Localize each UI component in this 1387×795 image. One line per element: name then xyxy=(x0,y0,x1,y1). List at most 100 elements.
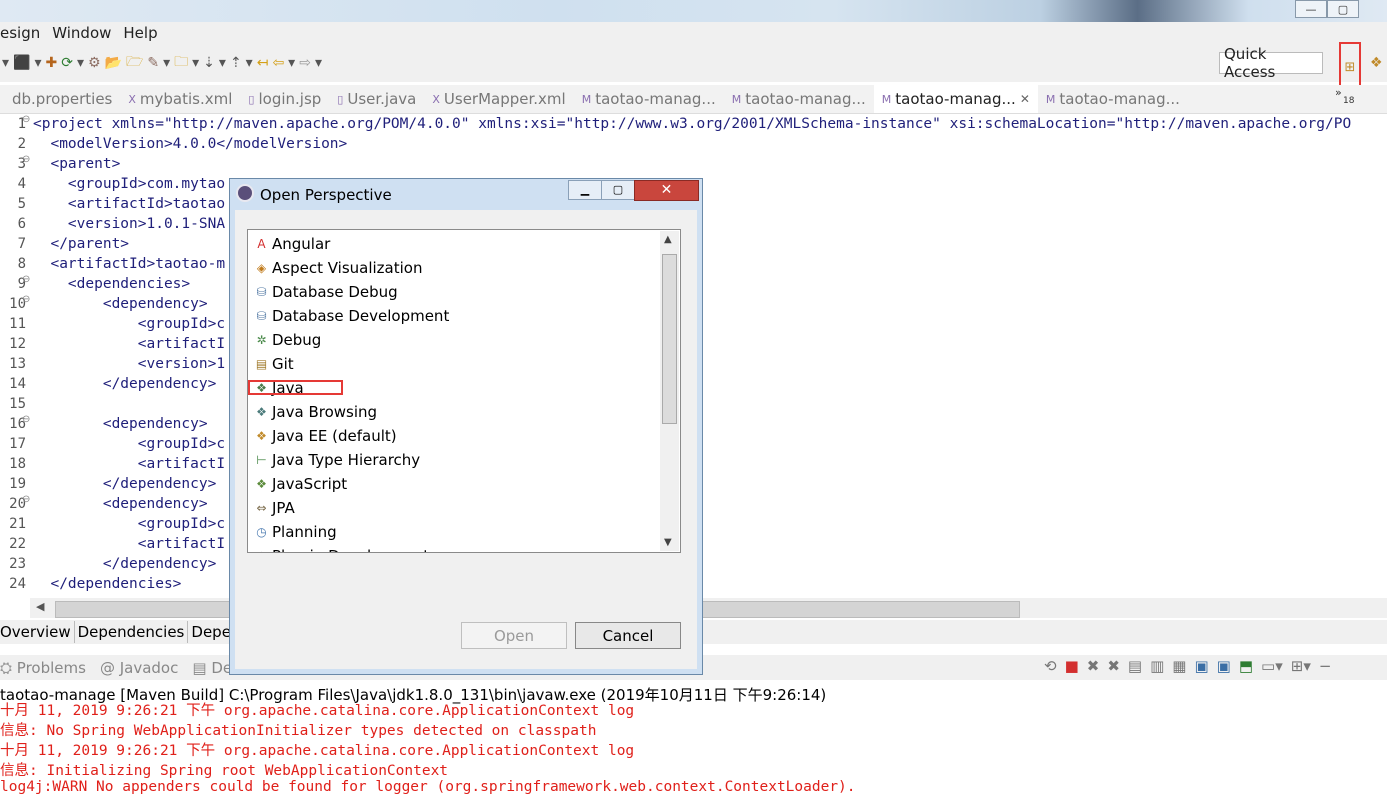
perspective-item[interactable]: ▤ Git xyxy=(254,355,294,373)
scroll-lock-icon[interactable]: ▥ xyxy=(1150,657,1164,675)
tab-dependencies[interactable]: Dependencies xyxy=(75,621,189,643)
jsp-file-icon: ▯ xyxy=(248,92,255,106)
git-icon: ▤ xyxy=(255,357,268,371)
perspective-item[interactable]: ✦Plug-in Development xyxy=(254,547,429,552)
perspective-item[interactable]: A Angular xyxy=(254,235,330,253)
tab-usermapper-xml[interactable]: X UserMapper.xml xyxy=(424,90,573,108)
next-annotation-icon[interactable]: ⇣ xyxy=(203,55,215,71)
dropdown-icon[interactable]: ▾ xyxy=(219,55,226,71)
fold-icon[interactable]: ⊖ xyxy=(22,274,30,285)
close-tab-icon[interactable]: ✕ xyxy=(1020,92,1030,106)
pen-icon[interactable]: ✎ xyxy=(147,55,159,71)
tab-problems[interactable]: ⛭ Problems xyxy=(0,659,86,677)
word-wrap-icon[interactable]: ▦ xyxy=(1172,657,1186,675)
open-file-icon[interactable]: 🗁 xyxy=(126,51,143,75)
line-number: 4 xyxy=(17,176,26,192)
tab-user-java[interactable]: ▯ User.java xyxy=(329,90,424,108)
tab-label: UserMapper.xml xyxy=(443,90,566,108)
line-number: 7 xyxy=(17,236,26,252)
tab-label: Javadoc xyxy=(119,658,179,677)
perspective-item[interactable]: ⛁ Database Debug xyxy=(254,283,397,301)
scroll-up-icon[interactable]: ▲ xyxy=(664,234,672,245)
dropdown-icon[interactable]: ▾ xyxy=(2,55,9,71)
cancel-button[interactable]: Cancel xyxy=(575,622,681,649)
scroll-down-icon[interactable]: ▼ xyxy=(664,537,672,548)
perspective-item[interactable]: ◈ Aspect Visualization xyxy=(254,259,423,277)
refresh-icon[interactable]: ⟳ xyxy=(61,55,73,71)
open-folder-icon[interactable]: 📂 xyxy=(105,55,122,71)
code-line: <version>1 xyxy=(33,356,226,372)
fold-icon[interactable]: ⊖ xyxy=(22,154,30,165)
perspective-item[interactable]: ⊢ Java Type Hierarchy xyxy=(254,451,420,469)
tab-pom-1[interactable]: Mtaotao-manag... xyxy=(574,90,724,108)
menu-help[interactable]: Help xyxy=(117,24,163,42)
build-icon[interactable]: ⚙ xyxy=(88,55,101,71)
dialog-close-button[interactable]: ✕ xyxy=(634,180,699,201)
perspective-item-label: Planning xyxy=(272,523,337,541)
prev-annotation-icon[interactable]: ⇡ xyxy=(230,55,242,71)
tab-mybatis-xml[interactable]: Xmybatis.xml xyxy=(120,90,240,108)
display-console-icon[interactable]: ▭▾ xyxy=(1261,657,1283,675)
last-edit-icon[interactable]: ↤ xyxy=(257,55,269,71)
scroll-left-icon[interactable]: ◀ xyxy=(36,600,44,613)
dropdown-icon[interactable]: ▾ xyxy=(315,55,322,71)
remove-all-icon[interactable]: ✖ xyxy=(1107,657,1120,675)
tab-javadoc[interactable]: @ Javadoc xyxy=(100,659,178,677)
perspective-list-scroll-thumb[interactable] xyxy=(662,254,677,424)
perspective-item[interactable]: ❖ JavaScript xyxy=(254,475,347,493)
line-number: 12 xyxy=(9,336,26,352)
tab-pom-4[interactable]: Mtaotao-manag... xyxy=(1038,90,1188,108)
back-icon[interactable]: ⇦ xyxy=(272,55,284,71)
fold-icon[interactable]: ⊖ xyxy=(22,414,30,425)
fold-icon[interactable]: ⊖ xyxy=(22,294,30,305)
dropdown-icon[interactable]: ▾ xyxy=(34,55,41,71)
pin-console-icon[interactable]: ⬒ xyxy=(1239,657,1253,675)
perspective-item[interactable]: ⛁ Database Development xyxy=(254,307,449,325)
fold-icon[interactable]: ⊖ xyxy=(22,114,30,125)
tab-pom-2[interactable]: Mtaotao-manag... xyxy=(724,90,874,108)
tab-dependency-hierarchy[interactable]: Depe xyxy=(188,621,235,643)
relaunch-icon[interactable]: ⟲ xyxy=(1044,657,1057,675)
show-stdout-icon[interactable]: ▣ xyxy=(1194,657,1208,675)
dropdown-icon[interactable]: ▾ xyxy=(288,55,295,71)
dropdown-icon[interactable]: ▾ xyxy=(163,55,170,71)
open-console-icon[interactable]: ⊞▾ xyxy=(1291,657,1311,675)
minimize-view-icon[interactable]: − xyxy=(1319,657,1332,675)
console-line: 信息: Initializing Spring root WebApplicat… xyxy=(0,763,449,779)
code-line: <dependency> xyxy=(33,296,208,312)
quick-access-field[interactable]: Quick Access xyxy=(1219,45,1323,81)
remove-launch-icon[interactable]: ✖ xyxy=(1087,657,1100,675)
dialog-minimize-button[interactable]: ▁ xyxy=(568,180,602,200)
new-project-icon[interactable]: ✚ xyxy=(46,55,58,71)
tab-overflow-icon[interactable]: » xyxy=(1335,86,1342,99)
perspective-item[interactable]: ⇔ JPA xyxy=(254,499,294,517)
dropdown-icon[interactable]: ▾ xyxy=(246,55,253,71)
dialog-maximize-button[interactable]: ▢ xyxy=(601,180,635,200)
dropdown-icon[interactable]: ▾ xyxy=(77,55,84,71)
minimize-window-button[interactable]: — xyxy=(1295,0,1327,18)
line-number: 5 xyxy=(17,196,26,212)
terminate-icon[interactable]: ■ xyxy=(1065,657,1079,675)
perspective-item[interactable]: ❖ Java EE (default) xyxy=(254,427,397,445)
open-type-icon[interactable]: 🗀 xyxy=(174,51,188,75)
menu-window[interactable]: Window xyxy=(46,24,117,42)
javascript-icon: ❖ xyxy=(256,477,267,491)
tab-db-properties[interactable]: db.properties xyxy=(0,90,120,108)
run-stop-icon[interactable]: ⬛ xyxy=(13,55,30,71)
open-button[interactable]: Open xyxy=(461,622,567,649)
tab-overview[interactable]: Overview xyxy=(0,621,75,643)
perspective-item[interactable]: ✲ Debug xyxy=(254,331,321,349)
javaee-perspective-icon[interactable]: ❖ xyxy=(1370,55,1383,71)
perspective-item[interactable]: ❖ Java Browsing xyxy=(254,403,377,421)
show-stderr-icon[interactable]: ▣ xyxy=(1217,657,1231,675)
bug-icon: ✲ xyxy=(256,333,267,347)
perspective-item[interactable]: ◷ Planning xyxy=(254,523,337,541)
clear-console-icon[interactable]: ▤ xyxy=(1128,657,1142,675)
forward-icon[interactable]: ⇨ xyxy=(299,55,311,71)
menu-design[interactable]: esign xyxy=(0,24,46,42)
dropdown-icon[interactable]: ▾ xyxy=(192,55,199,71)
tab-pom-active[interactable]: Mtaotao-manag... ✕ xyxy=(873,85,1038,113)
tab-login-jsp[interactable]: ▯ login.jsp xyxy=(240,90,329,108)
fold-icon[interactable]: ⊖ xyxy=(22,494,30,505)
restore-window-button[interactable]: ▢ xyxy=(1327,0,1359,18)
